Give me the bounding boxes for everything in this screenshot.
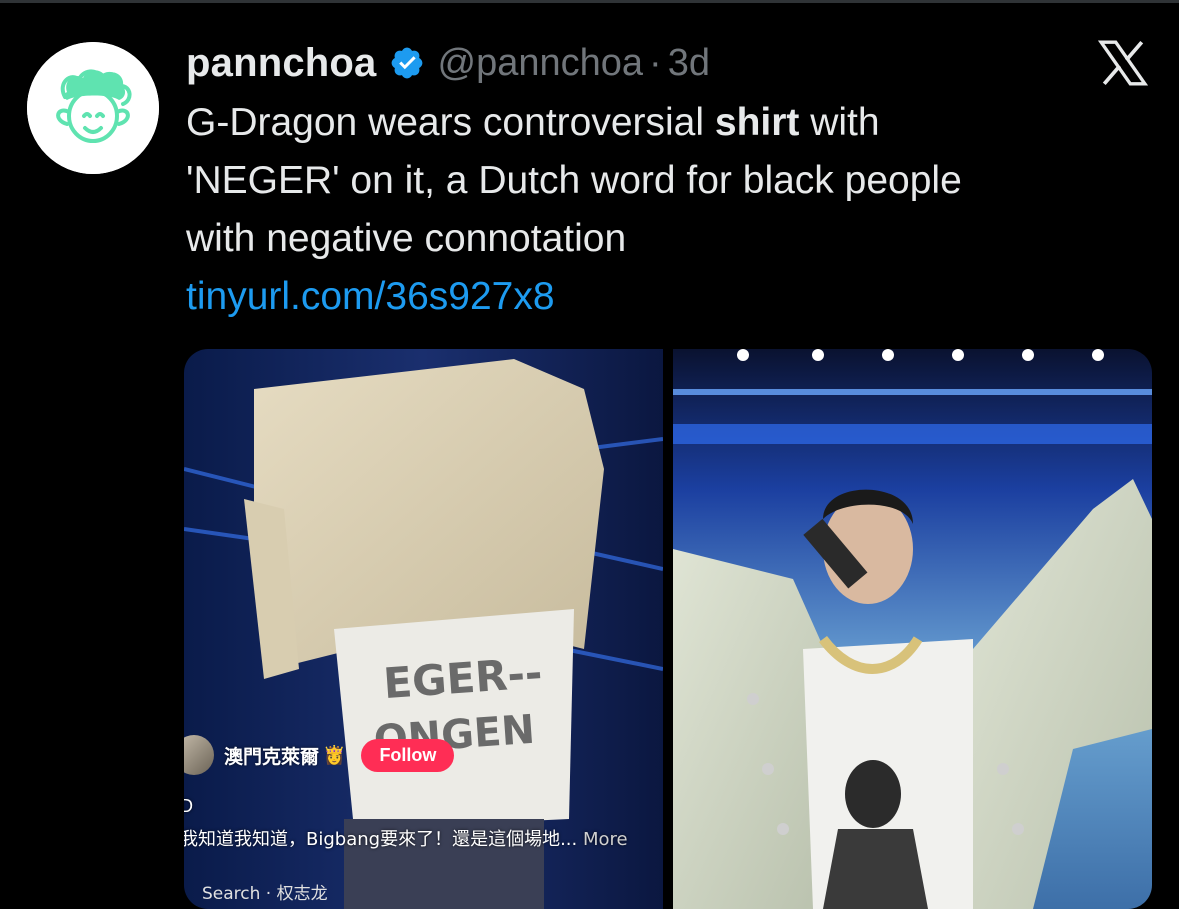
concert-front-photo <box>673 349 1152 909</box>
overlay-tag: D <box>184 796 193 816</box>
tweet-card[interactable]: pannchoa @pannchoa · 3d G-Dragon wears c… <box>0 0 1179 909</box>
separator-dot: · <box>649 41 662 84</box>
tweet-text-line-2: 'NEGER' on it, a Dutch word for black pe… <box>186 159 962 202</box>
tweet-text-line-1: G-Dragon wears controversial shirt with <box>186 94 1146 152</box>
overlay-follow-button: Follow <box>361 738 455 772</box>
overlay-caption: 我知道我知道，Bigbang要來了！還是這個場地... More <box>184 825 628 851</box>
overlay-avatar <box>184 735 214 775</box>
tweet-text-segment: G-Dragon wears controversial <box>186 101 715 144</box>
princess-emoji-icon: 👸 <box>323 744 346 765</box>
overlay-search: Search · 权志龙 <box>202 884 328 904</box>
x-logo-icon[interactable] <box>1098 40 1148 86</box>
overlay-username: 澳門克萊爾 <box>224 745 320 768</box>
tweet-media[interactable]: EGER-- ONGEN 澳門克萊爾 👸 Follow D 我知道我知道，Big… <box>184 349 1152 909</box>
tweet-timestamp[interactable]: 3d <box>668 42 710 85</box>
overlay-caption-text: 我知道我知道，Bigbang要來了！還是這個場地... <box>184 829 578 850</box>
tweet-text: G-Dragon wears controversial shirt with … <box>186 94 1146 326</box>
tweet-text-line-3: with negative connotation <box>186 217 627 260</box>
tweet-text-segment: with <box>799 101 880 144</box>
overlay-user-row: 澳門克萊爾 👸 Follow <box>184 733 455 777</box>
verified-badge-icon <box>389 45 425 81</box>
sheep-avatar-icon <box>27 42 159 174</box>
divider <box>0 0 1179 3</box>
media-photo-right[interactable] <box>673 349 1152 909</box>
tweet-header: pannchoa @pannchoa · 3d <box>186 38 710 88</box>
tweet-text-bold: shirt <box>714 101 800 144</box>
display-name[interactable]: pannchoa <box>186 41 377 86</box>
avatar[interactable] <box>27 42 159 174</box>
media-photo-left[interactable]: EGER-- ONGEN 澳門克萊爾 👸 Follow D 我知道我知道，Big… <box>184 349 663 909</box>
overlay-more-link: More <box>582 829 628 850</box>
tweet-link[interactable]: tinyurl.com/36s927x8 <box>186 268 1146 326</box>
user-handle[interactable]: @pannchoa <box>438 42 644 85</box>
